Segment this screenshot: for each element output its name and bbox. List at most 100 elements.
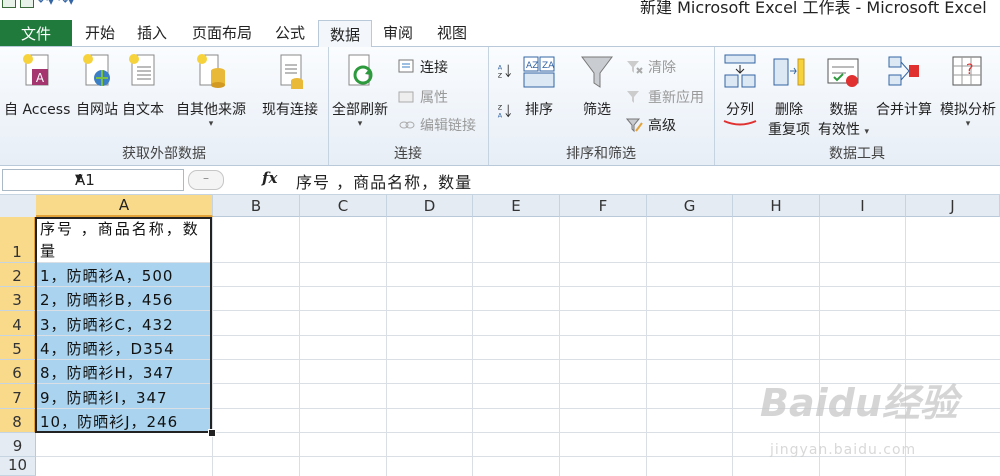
row-header-1[interactable]: 1	[0, 217, 36, 263]
access-icon: A	[23, 54, 49, 86]
existing-connections-button[interactable]: 现有连接	[262, 51, 318, 119]
row-header-7[interactable]: 7	[0, 384, 36, 409]
column-header-i[interactable]: I	[820, 195, 906, 217]
insert-function-button[interactable]: fx	[262, 169, 277, 187]
column-header-c[interactable]: C	[300, 195, 387, 217]
advanced-filter-icon	[626, 118, 643, 133]
tab-formulas[interactable]: 公式	[266, 20, 314, 45]
clear-filter-button[interactable]: 清除	[626, 57, 676, 77]
sort-dialog-icon: AZ ZA	[523, 56, 555, 88]
advanced-filter-label: 高级	[648, 118, 676, 134]
clear-filter-icon	[627, 61, 643, 74]
row-header-9[interactable]: 9	[0, 433, 36, 457]
svg-text:A: A	[498, 111, 503, 119]
column-header-b[interactable]: B	[213, 195, 300, 217]
formula-bar: A1 ▼ – fx 序号 ，商品名称，数量	[0, 166, 1000, 195]
from-text-label: 自文本	[122, 102, 164, 118]
column-header-g[interactable]: G	[647, 195, 733, 217]
data-validation-button[interactable]: 数据 有效性 ▾	[818, 51, 869, 139]
column-header-e[interactable]: E	[473, 195, 560, 217]
edit-links-button[interactable]: 编辑链接	[398, 115, 476, 135]
group-label-data-tools: 数据工具	[829, 146, 885, 162]
from-other-sources-label: 自其他来源	[176, 102, 246, 118]
column-header-h[interactable]: H	[733, 195, 820, 217]
tab-review[interactable]: 审阅	[376, 20, 420, 45]
row-header-8[interactable]: 8	[0, 409, 36, 433]
sort-label: 排序	[525, 102, 553, 118]
name-box[interactable]: A1 ▼	[2, 169, 184, 191]
row-header-10[interactable]: 10	[0, 456, 36, 476]
tab-file[interactable]: 文件	[0, 20, 72, 46]
text-to-columns-label: 分列	[726, 102, 754, 118]
from-access-label: 自 Access	[4, 102, 71, 118]
undo-icon[interactable]: ↶▾	[38, 0, 54, 8]
tab-view[interactable]: 视图	[430, 20, 474, 45]
link-icon	[399, 121, 415, 129]
text-to-columns-button[interactable]: 分列	[722, 51, 758, 127]
select-all-corner[interactable]	[0, 195, 37, 218]
excel-icon	[2, 0, 16, 8]
from-other-sources-button[interactable]: 自其他来源 ▾	[176, 51, 246, 129]
from-access-button[interactable]: A 自 Access	[4, 51, 70, 119]
formula-cancel-button[interactable]: –	[188, 170, 224, 190]
redo-icon[interactable]: ↷▾	[58, 0, 74, 8]
baidu-watermark-logo: Baidu经验	[760, 381, 958, 425]
existing-connections-icon	[280, 54, 303, 89]
title-bar: ↶▾ ↷▾ 新建 Microsoft Excel 工作表 - Microsoft…	[0, 0, 1000, 18]
sort-descending-button[interactable]: ZA	[496, 103, 514, 119]
spreadsheet-grid[interactable]: A B C D E F G H I J 1 2 3 4 5 6 7 8 9 10…	[0, 195, 1000, 476]
data-validation-icon	[827, 58, 859, 87]
column-header-a[interactable]: A	[36, 195, 213, 217]
clear-filter-label: 清除	[648, 60, 676, 76]
data-validation-label-2-text: 有效性	[818, 122, 860, 138]
reapply-button[interactable]: 重新应用	[626, 87, 704, 107]
filter-funnel-icon	[581, 56, 613, 88]
column-header-f[interactable]: F	[560, 195, 647, 217]
sort-button[interactable]: AZ ZA 排序	[522, 51, 556, 119]
consolidate-button[interactable]: 合并计算	[876, 51, 932, 119]
row-header-4[interactable]: 4	[0, 311, 36, 336]
database-icon	[197, 54, 225, 88]
what-if-analysis-button[interactable]: ? 模拟分析 ▾	[940, 51, 996, 129]
tab-home[interactable]: 开始	[78, 20, 122, 45]
gridline	[819, 217, 820, 476]
tab-insert[interactable]: 插入	[130, 20, 174, 45]
text-to-columns-icon	[724, 54, 756, 88]
column-header-d[interactable]: D	[387, 195, 473, 217]
svg-text:AZ: AZ	[526, 61, 538, 71]
chevron-down-icon[interactable]: ▼	[75, 173, 177, 184]
gridline	[386, 217, 387, 476]
reapply-label: 重新应用	[648, 90, 704, 106]
remove-duplicates-button[interactable]: 删除 重复项	[768, 51, 810, 139]
connections-icon	[398, 59, 414, 73]
tab-data[interactable]: 数据	[318, 20, 372, 48]
advanced-filter-button[interactable]: 高级	[626, 115, 676, 135]
properties-button[interactable]: 属性	[398, 87, 448, 107]
remove-duplicates-label-1: 删除	[775, 102, 803, 118]
row-header-2[interactable]: 2	[0, 263, 36, 287]
connections-button[interactable]: 连接	[398, 57, 448, 77]
what-if-label: 模拟分析	[940, 102, 996, 118]
gridline	[472, 217, 473, 476]
row-header-3[interactable]: 3	[0, 287, 36, 311]
formula-input[interactable]: 序号 ，商品名称，数量	[296, 169, 472, 193]
dropdown-arrow-icon: ▾	[208, 119, 214, 129]
row-header-5[interactable]: 5	[0, 336, 36, 360]
refresh-all-button[interactable]: 全部刷新 ▾	[332, 51, 388, 129]
group-data-tools: 分列 删除 重复项 数据 有效性 ▾ 合并计算 ? 模拟分析 ▾ 数据工具	[714, 47, 1000, 165]
fill-handle[interactable]	[208, 429, 216, 437]
from-text-button[interactable]: 自文本	[122, 51, 164, 119]
from-web-button[interactable]: 自网站	[76, 51, 118, 119]
sort-za-icon: ZA	[498, 103, 511, 119]
filter-button[interactable]: 筛选	[580, 51, 614, 119]
sort-ascending-button[interactable]: AZ	[496, 63, 514, 79]
save-icon[interactable]	[20, 0, 34, 8]
column-header-j[interactable]: J	[906, 195, 1000, 217]
connections-label: 连接	[420, 60, 448, 76]
gridline	[646, 217, 647, 476]
tab-page-layout[interactable]: 页面布局	[186, 20, 258, 45]
group-label-get-external-data: 获取外部数据	[122, 146, 206, 162]
gridline	[732, 217, 733, 476]
row-header-6[interactable]: 6	[0, 360, 36, 384]
web-icon	[83, 54, 110, 86]
